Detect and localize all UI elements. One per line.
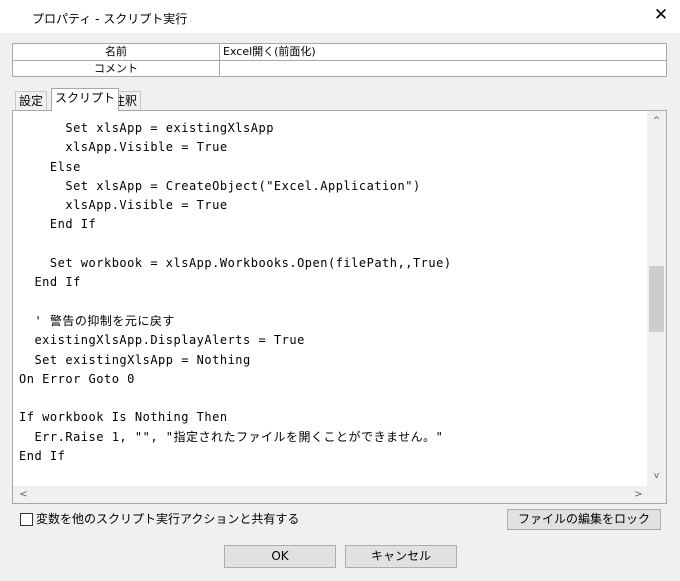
vertical-scrollbar[interactable]: ^ v — [647, 111, 666, 487]
tab-script[interactable]: スクリプト — [51, 88, 120, 111]
code-line: Else — [19, 159, 81, 174]
share-variables-checkbox[interactable] — [20, 513, 33, 526]
code-line: xlsApp.Visible = True — [19, 198, 228, 213]
script-editor[interactable]: Set xlsApp = existingXlsApp xlsApp.Visib… — [12, 110, 667, 504]
vertical-scroll-thumb[interactable] — [649, 266, 664, 332]
code-line: Set xlsApp = CreateObject("Excel.Applica… — [19, 178, 421, 193]
code-line: End If — [19, 275, 81, 290]
code-line: Set workbook = xlsApp.Workbooks.Open(fil… — [19, 256, 452, 271]
code-line: If workbook Is Nothing Then — [19, 410, 228, 425]
code-line: Set existingXlsApp = Nothing — [19, 352, 251, 367]
horizontal-scrollbar[interactable]: < > — [13, 486, 649, 503]
lock-editing-button[interactable]: ファイルの編集をロック — [507, 509, 661, 530]
code-line: ' 警告の抑制を元に戻す — [19, 313, 175, 328]
scrollbar-corner — [647, 486, 666, 503]
code-line: On Error Goto 0 — [19, 371, 135, 386]
name-field[interactable]: Excel開く(前面化) — [223, 44, 664, 60]
code-line: End If — [19, 217, 97, 232]
comment-field[interactable] — [223, 61, 664, 77]
property-row-name: 名前 Excel開く(前面化) — [13, 44, 666, 61]
property-key: コメント — [13, 61, 220, 77]
property-key: 名前 — [13, 44, 220, 60]
share-variables-label[interactable]: 変数を他のスクリプト実行アクションと共有する — [36, 511, 299, 527]
code-line: Err.Raise 1, "", "指定されたファイルを開くことができません。" — [19, 429, 444, 444]
scroll-left-icon[interactable]: < — [15, 486, 32, 503]
ok-button[interactable]: OK — [224, 545, 336, 568]
code-area[interactable]: Set xlsApp = existingXlsApp xlsApp.Visib… — [19, 119, 644, 485]
code-line: Set xlsApp = existingXlsApp — [19, 121, 274, 135]
scroll-right-icon[interactable]: > — [630, 486, 647, 503]
cancel-button[interactable]: キャンセル — [345, 545, 457, 568]
scroll-down-icon[interactable]: v — [647, 468, 666, 485]
title-bar: プロパティ - スクリプト実行 ✕ — [0, 0, 680, 33]
code-line: End If — [19, 449, 66, 464]
code-line: existingXlsApp.DisplayAlerts = True — [19, 333, 305, 348]
scroll-up-icon[interactable]: ^ — [647, 113, 666, 130]
properties-table: 名前 Excel開く(前面化) コメント — [12, 43, 667, 77]
code-line: xlsApp.Visible = True — [19, 140, 228, 155]
property-row-comment: コメント — [13, 61, 666, 77]
window-title: プロパティ - スクリプト実行 — [32, 12, 188, 26]
tab-settings[interactable]: 設定 — [15, 91, 48, 110]
close-icon[interactable]: ✕ — [652, 6, 670, 24]
